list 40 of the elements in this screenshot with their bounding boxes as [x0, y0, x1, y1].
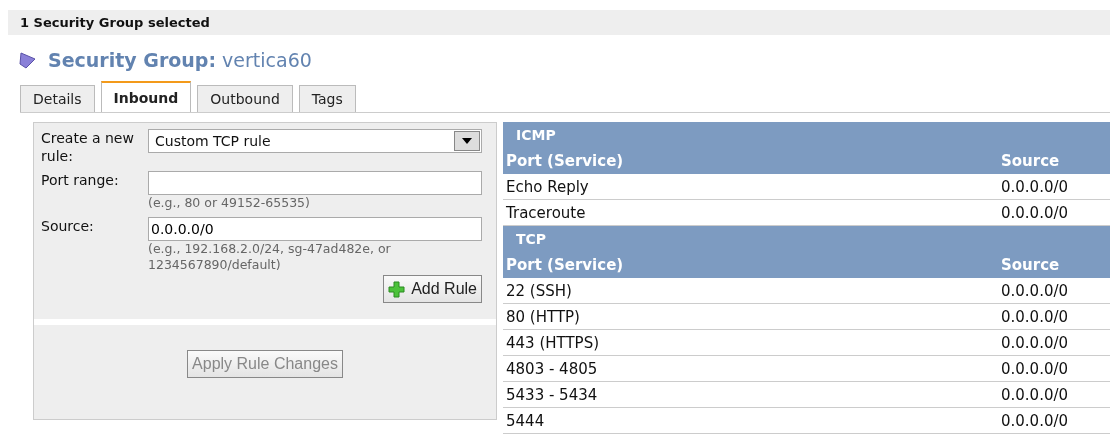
group-name: vertica60: [222, 49, 312, 71]
port-range-field[interactable]: [148, 171, 482, 195]
table-cell-text: 4803 - 4805: [506, 359, 599, 378]
protocol-label: ICMP: [515, 126, 557, 145]
table-cell-text: 5444: [506, 411, 546, 430]
column-header: Port (Service): [506, 256, 625, 274]
field-label: Create a new rule:: [41, 129, 135, 165]
shield-icon: [18, 51, 38, 69]
table-cell-text: 22 (SSH): [506, 281, 573, 300]
table-cell: 0.0.0.0/0: [1001, 359, 1069, 378]
protocol-label: TCP: [515, 230, 548, 249]
table-cell: 0.0.0.0/0: [1001, 385, 1069, 404]
table-cell-text: Echo Reply: [506, 177, 590, 196]
table-cell: 0.0.0.0/0: [1001, 307, 1069, 326]
table-cell: 0.0.0.0/0: [1001, 177, 1069, 196]
table-cell-text: 443 (HTTPS): [506, 333, 600, 352]
add-rule-button[interactable]: Add Rule: [383, 275, 482, 303]
tab[interactable]: Inbound: [100, 81, 192, 112]
table-cell-text: Traceroute: [506, 203, 587, 222]
tab[interactable]: Details: [20, 85, 95, 112]
source-field[interactable]: 0.0.0.0/0: [148, 217, 482, 241]
table-cell-text: 5433 - 5434: [506, 385, 599, 404]
tab[interactable]: Tags: [298, 85, 356, 112]
field-label: Port range:: [41, 171, 120, 190]
field-hint: (e.g., 192.168.2.0/24, sg-47ad482e, or 1234567890/default): [148, 241, 392, 273]
table-cell: 0.0.0.0/0: [1001, 333, 1069, 352]
rule-type-dropdown[interactable]: Custom TCP rule: [148, 129, 482, 153]
table-cell: 0.0.0.0/0: [1001, 281, 1069, 300]
field-hint: (e.g., 80 or 49152-65535): [148, 195, 311, 211]
tab[interactable]: Outbound: [197, 85, 293, 112]
table-cell: 0.0.0.0/0: [1001, 411, 1069, 430]
plus-icon: [388, 280, 406, 298]
field-label: Source:: [41, 217, 95, 236]
heading-label: Security Group:: [48, 49, 217, 71]
table-cell-text: 80 (HTTP): [506, 307, 581, 326]
column-header: Source: [1001, 256, 1060, 274]
column-header: Port (Service): [506, 152, 625, 170]
selection-bar: 1 Security Group selected: [8, 10, 1110, 35]
column-header: Source: [1001, 152, 1060, 170]
table-cell: 0.0.0.0/0: [1001, 203, 1069, 222]
